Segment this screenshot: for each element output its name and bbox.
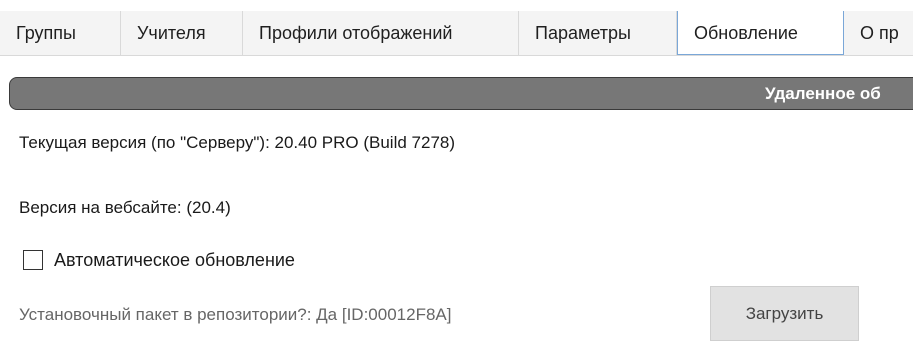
tab-about-label: О пр [860, 23, 899, 43]
download-button[interactable]: Загрузить [710, 286, 859, 341]
repository-package-text: Установочный пакет в репозитории?: Да [I… [19, 305, 452, 324]
tab-update-label: Обновление [694, 23, 798, 43]
website-version-text: Версия на вебсайте: (20.4) [19, 198, 231, 217]
remote-update-title: Удаленное об [765, 84, 881, 103]
tab-parameters[interactable]: Параметры [519, 11, 677, 55]
remote-update-header: Удаленное об [9, 77, 913, 110]
auto-update-checkbox[interactable] [23, 250, 43, 270]
auto-update-label: Автоматическое обновление [54, 249, 295, 270]
tab-display-profiles[interactable]: Профили отображений [243, 11, 519, 55]
auto-update-option[interactable]: Автоматическое обновление [23, 248, 295, 272]
tab-about[interactable]: О пр [844, 11, 913, 55]
tab-bar: Группы Учителя Профили отображений Парам… [0, 11, 913, 56]
tab-teachers[interactable]: Учителя [121, 11, 243, 55]
tab-display-profiles-label: Профили отображений [259, 23, 453, 43]
current-version-text: Текущая версия (по "Серверу"): 20.40 PRO… [19, 133, 456, 152]
tab-teachers-label: Учителя [137, 23, 206, 43]
tab-parameters-label: Параметры [535, 23, 631, 43]
tab-update[interactable]: Обновление [677, 11, 844, 55]
tab-groups[interactable]: Группы [0, 11, 121, 55]
tab-groups-label: Группы [16, 23, 76, 43]
